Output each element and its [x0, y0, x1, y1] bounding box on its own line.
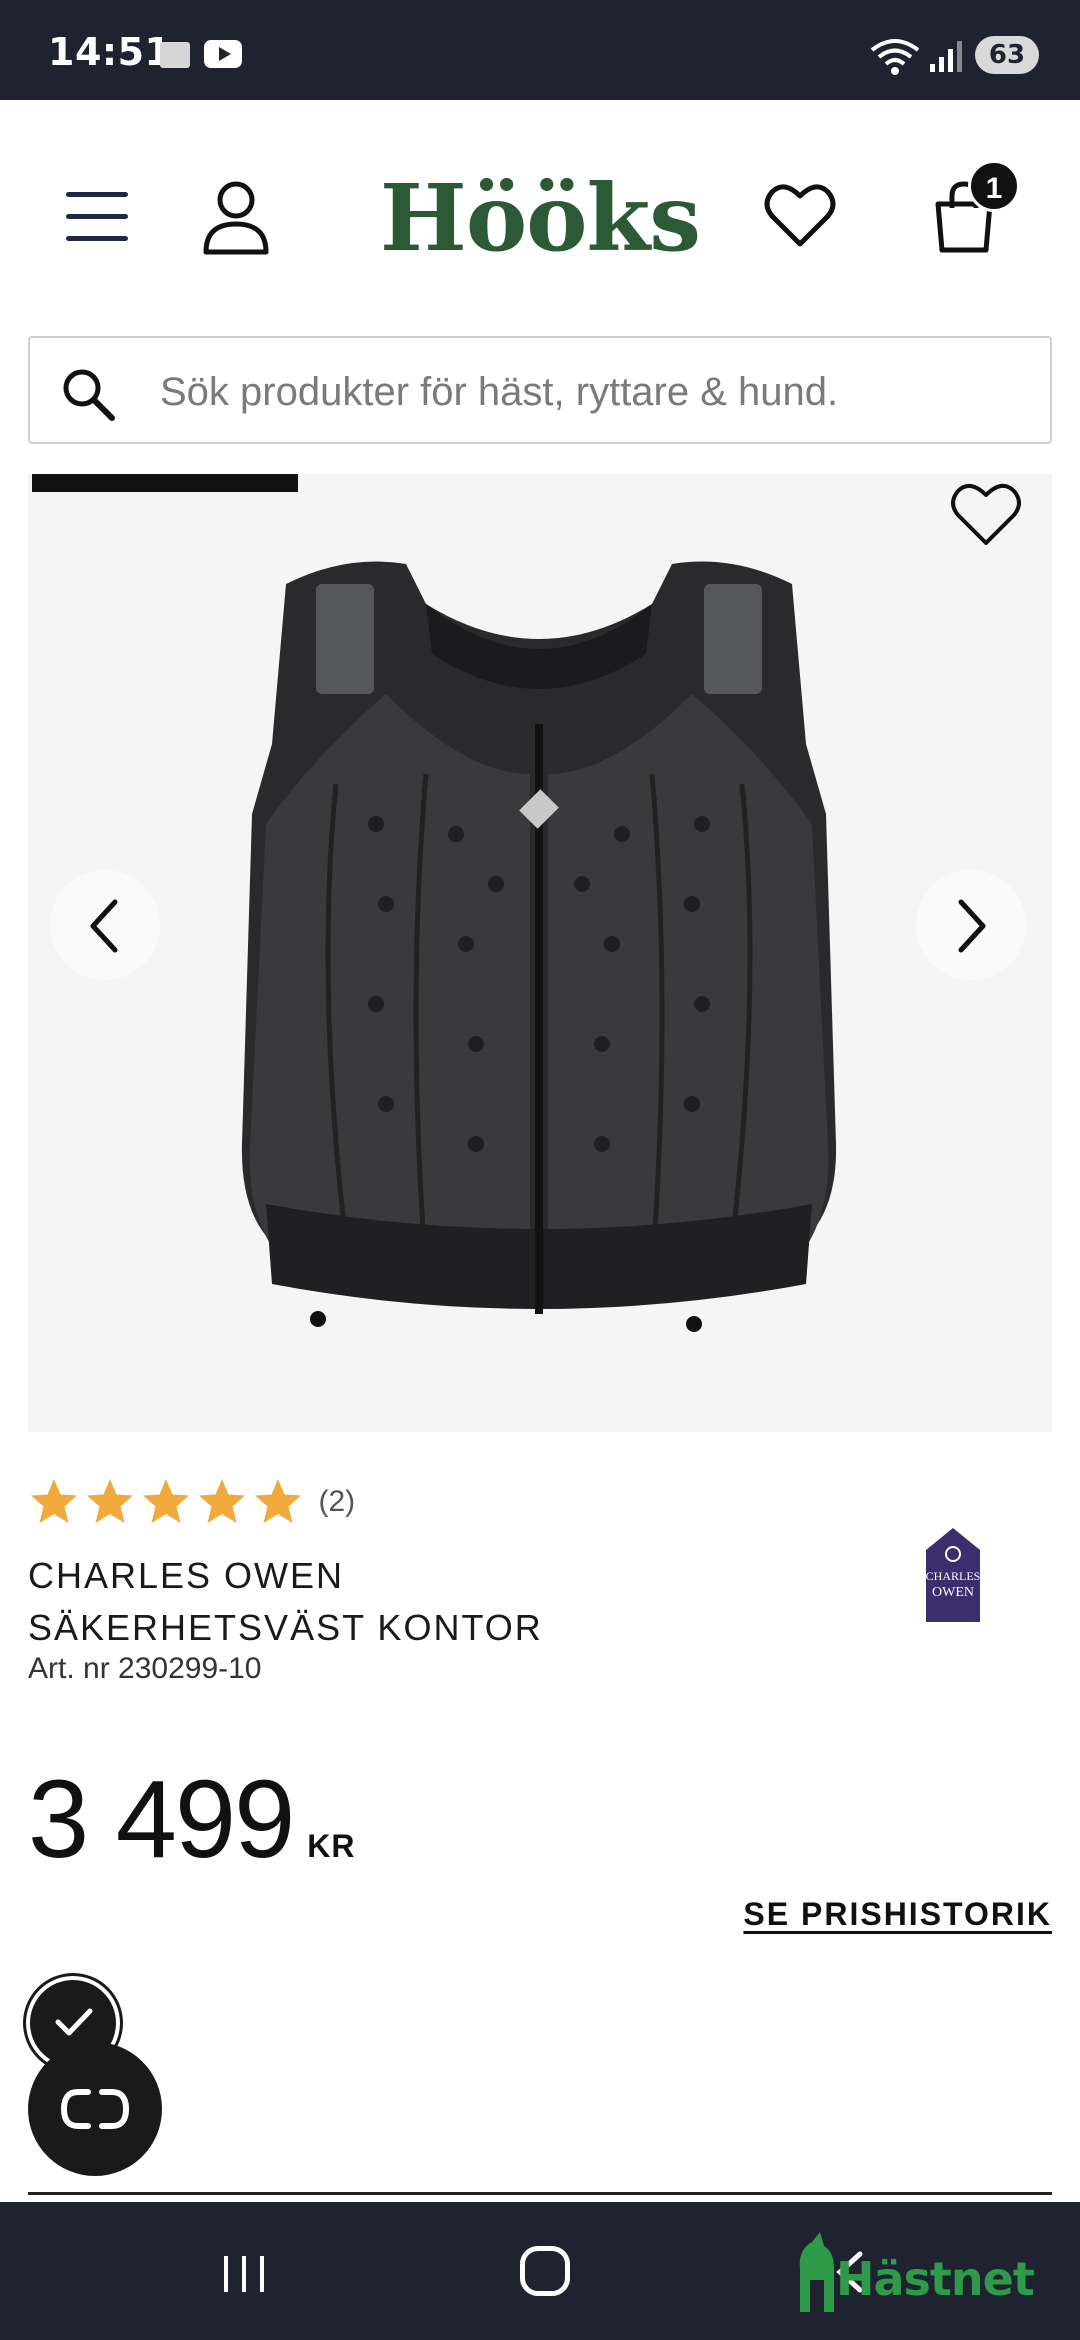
chevron-left-icon [90, 899, 118, 953]
signal-icon [930, 41, 962, 72]
status-time: 14:51 [48, 30, 172, 74]
favorite-heart-icon[interactable] [950, 480, 1022, 548]
system-navigation-bar: Hästnet [0, 2202, 1080, 2340]
product-brand-line: CHARLES OWEN [28, 1555, 345, 1596]
hooks-logo[interactable]: Hööks [0, 164, 1080, 272]
gallery-notification-icon [160, 42, 190, 68]
chevron-right-icon [958, 899, 986, 953]
divider [28, 2192, 1052, 2195]
checkmark-icon [55, 2008, 93, 2036]
article-number: Art. nr 230299-10 [28, 1652, 262, 1685]
star-icon [199, 1479, 245, 1523]
home-button[interactable] [520, 2246, 570, 2296]
battery-indicator: 63 [975, 36, 1039, 74]
chat-icon [60, 2089, 130, 2129]
youtube-notification-icon [204, 40, 242, 68]
next-image-button[interactable] [916, 870, 1026, 980]
product-title: CHARLES OWEN SÄKERHETSVÄST KONTOR [28, 1550, 543, 1654]
site-header: Hööks 1 [0, 100, 1080, 330]
svg-text:OWEN: OWEN [932, 1585, 974, 1600]
safety-vest-image [241, 561, 837, 1332]
search-input[interactable] [160, 364, 1020, 420]
rating-stars [28, 1479, 308, 1523]
product-image-gallery[interactable] [28, 474, 1052, 1432]
product-rating[interactable]: (2) [28, 1476, 355, 1536]
price-currency: KR [307, 1828, 356, 1864]
chat-button[interactable] [28, 2042, 162, 2176]
svg-text:CHARLES: CHARLES [926, 1569, 981, 1583]
wifi-icon [870, 39, 920, 75]
search-icon[interactable] [60, 366, 116, 422]
product-price: 3 499 KR [28, 1756, 356, 1883]
charles-owen-brand-logo[interactable]: CHARLES OWEN [924, 1526, 982, 1624]
price-history-link[interactable]: SE PRISHISTORIK [743, 1896, 1052, 1933]
gallery-progress-bar [32, 474, 298, 492]
star-icon [143, 1479, 189, 1523]
rating-count[interactable]: (2) [318, 1485, 355, 1519]
recents-icon[interactable] [222, 2254, 266, 2294]
price-value: 3 499 [28, 1758, 295, 1881]
star-icon [31, 1479, 77, 1523]
status-bar: 14:51 63 [0, 0, 1080, 100]
search-bar[interactable] [28, 336, 1052, 444]
product-model-line: SÄKERHETSVÄST KONTOR [28, 1607, 543, 1648]
wishlist-heart-icon[interactable] [764, 182, 836, 248]
cart-count-badge[interactable]: 1 [968, 160, 1020, 212]
star-icon [255, 1479, 301, 1523]
previous-image-button[interactable] [50, 870, 160, 980]
star-icon [87, 1479, 133, 1523]
hastnet-watermark: Hästnet [836, 2252, 1035, 2306]
